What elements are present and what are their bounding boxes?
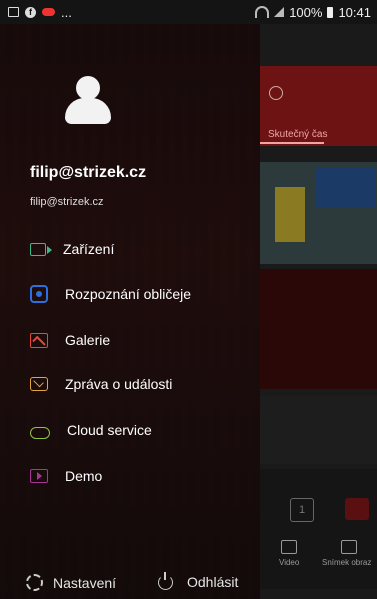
- menu-item-face-recognition[interactable]: Rozpoznání obličeje: [30, 280, 191, 308]
- camera-icon: [30, 242, 52, 256]
- menu-item-gallery[interactable]: Galerie: [30, 326, 110, 354]
- menu-item-devices[interactable]: Zařízení: [30, 235, 114, 263]
- cloud-icon: [30, 427, 50, 439]
- facebook-notification-icon: f: [25, 6, 36, 18]
- snapshot-icon: [341, 540, 357, 554]
- face-recognition-icon: [30, 285, 48, 303]
- navigation-drawer: filip@strizek.cz filip@strizek.cz Zaříze…: [0, 24, 260, 599]
- preview-window: [315, 167, 375, 207]
- layout-one-button[interactable]: 1: [290, 498, 314, 522]
- camera-panel[interactable]: [260, 269, 377, 389]
- settings-button[interactable]: Nastavení: [26, 574, 116, 591]
- avatar-body: [65, 98, 111, 124]
- menu-item-label: Zpráva o události: [65, 376, 173, 392]
- status-bar: f ... 100% 10:41: [0, 0, 377, 24]
- user-email: filip@strizek.cz: [30, 196, 104, 208]
- user-name: filip@strizek.cz: [30, 164, 147, 181]
- menu-item-cloud-service[interactable]: Cloud service: [30, 416, 152, 444]
- image-notification-icon: [8, 7, 19, 17]
- menu-item-event-report[interactable]: Zpráva o události: [30, 370, 172, 398]
- menu-item-label: Demo: [65, 468, 103, 484]
- power-icon: [158, 571, 173, 590]
- person-icon: [269, 86, 283, 100]
- settings-label: Nastavení: [53, 574, 117, 591]
- clock: 10:41: [338, 4, 371, 20]
- menu-item-label: Rozpoznání obličeje: [65, 286, 192, 302]
- video-label[interactable]: Video: [279, 558, 299, 567]
- camera-panel-secondary[interactable]: [260, 396, 377, 464]
- cloud-notification-icon: [42, 8, 55, 16]
- menu-item-label: Cloud service: [67, 422, 152, 438]
- gallery-icon: [30, 332, 48, 348]
- battery-icon: [327, 6, 334, 18]
- drawer-footer: Nastavení Odhlásit: [0, 571, 260, 599]
- more-notifications-text: ...: [61, 4, 72, 20]
- menu-item-label: Galerie: [65, 332, 111, 348]
- tab-realtime[interactable]: Skutečný čas: [268, 129, 327, 140]
- demo-icon: [30, 469, 48, 483]
- message-icon: [30, 377, 48, 391]
- snapshot-label[interactable]: Snímek obraz: [322, 558, 371, 567]
- tab-indicator: [260, 142, 324, 144]
- camera-preview[interactable]: [260, 162, 377, 264]
- preview-door: [275, 187, 305, 242]
- avatar-head: [76, 76, 100, 100]
- video-icon: [281, 540, 297, 554]
- layout-multi-button[interactable]: [345, 498, 369, 520]
- avatar[interactable]: [63, 74, 113, 124]
- gear-icon: [26, 574, 43, 591]
- logout-label: Odhlásit: [187, 574, 239, 590]
- menu-item-label: Zařízení: [63, 241, 115, 257]
- signal-icon: [274, 7, 285, 17]
- logout-button[interactable]: Odhlásit: [158, 571, 239, 590]
- menu-item-demo[interactable]: Demo: [30, 462, 102, 490]
- battery-percent: 100%: [289, 4, 323, 20]
- wifi-icon: [255, 6, 270, 18]
- bottom-controls: [260, 469, 377, 589]
